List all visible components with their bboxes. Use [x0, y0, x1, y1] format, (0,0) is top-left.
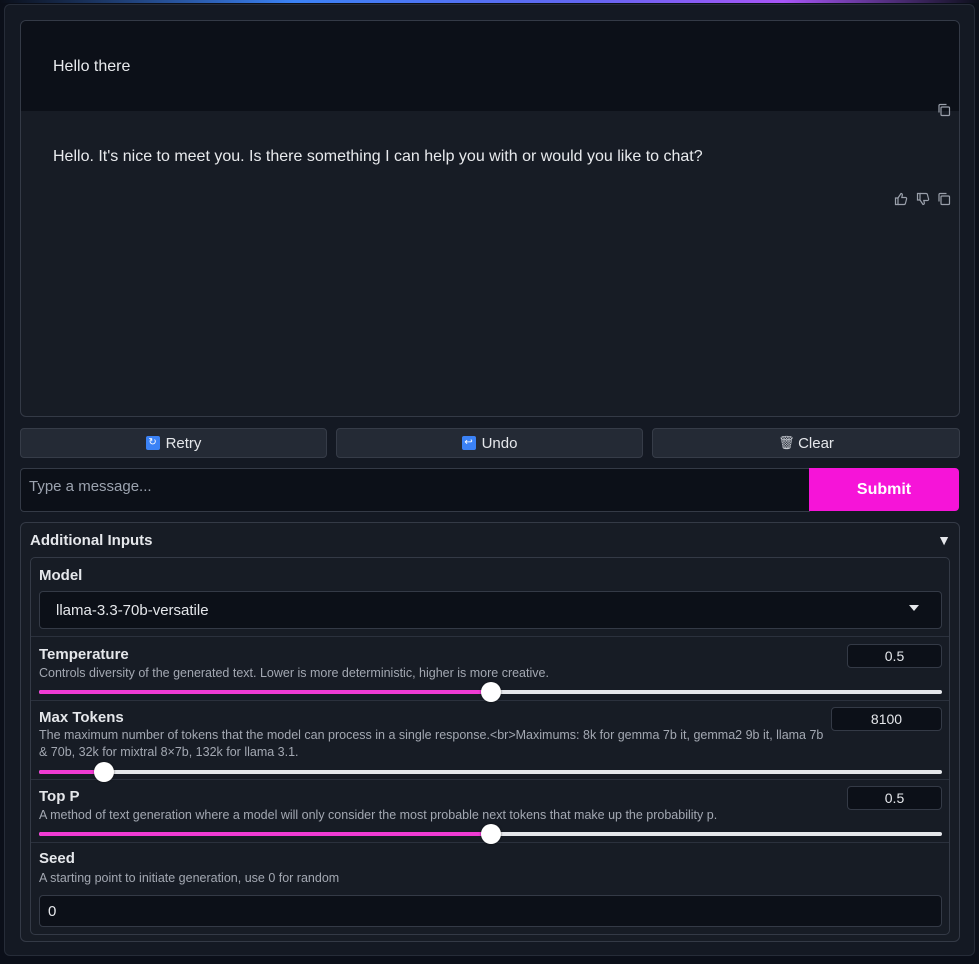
max-tokens-value: 8100 — [870, 711, 903, 727]
model-dropdown[interactable]: llama-3.3-70b-versatile — [39, 591, 942, 629]
undo-button[interactable]: ↩ Undo — [336, 428, 643, 458]
additional-inputs-accordion: Additional Inputs ▼ Model llama-3.3-70b-… — [20, 522, 960, 942]
top-p-slider-fill — [39, 832, 491, 836]
seed-description: A starting point to initiate generation,… — [39, 871, 340, 885]
message-input[interactable] — [20, 468, 810, 512]
model-selected-value: llama-3.3-70b-versatile — [56, 602, 209, 619]
chevron-down-icon — [909, 605, 919, 611]
top-p-slider-thumb[interactable] — [480, 824, 501, 844]
temperature-slider-thumb[interactable] — [480, 682, 501, 702]
accordion-title[interactable]: Additional Inputs — [30, 532, 152, 549]
clear-button[interactable]: 🗑 Clear — [652, 428, 960, 458]
model-label: Model — [39, 567, 83, 584]
seed-input[interactable]: 0 — [39, 895, 942, 927]
temperature-description: Controls diversity of the generated text… — [39, 666, 549, 680]
submit-button[interactable]: Submit — [809, 468, 959, 511]
retry-label: Retry — [165, 434, 202, 452]
temperature-section: Temperature Controls diversity of the ge… — [31, 637, 949, 702]
seed-value: 0 — [48, 903, 57, 920]
trash-icon: 🗑 — [778, 435, 795, 450]
thumbs-down-icon[interactable] — [916, 192, 930, 206]
max-tokens-number-input[interactable]: 8100 — [831, 707, 942, 731]
top-p-section: Top P A method of text generation where … — [31, 780, 949, 844]
user-message: Hello there — [21, 21, 959, 117]
copy-icon[interactable] — [937, 192, 951, 206]
temperature-label: Temperature — [39, 646, 129, 663]
temperature-value: 0.5 — [884, 648, 905, 664]
retry-button[interactable]: ↻ Retry — [20, 428, 327, 458]
bot-message-text: Hello. It's nice to meet you. Is there s… — [53, 148, 703, 165]
top-gradient-line — [0, 0, 979, 3]
temperature-slider[interactable] — [39, 682, 942, 702]
top-p-description: A method of text generation where a mode… — [39, 808, 718, 822]
max-tokens-description: The maximum number of tokens that the mo… — [39, 728, 824, 759]
max-tokens-slider-thumb[interactable] — [94, 762, 115, 782]
max-tokens-section: Max Tokens The maximum number of tokens … — [31, 701, 949, 782]
retry-icon: ↻ — [145, 436, 160, 450]
max-tokens-label: Max Tokens — [39, 709, 124, 726]
top-p-slider[interactable] — [39, 824, 942, 844]
chatbot-panel[interactable]: Hello there Hello. It's nice to meet you… — [20, 20, 960, 417]
undo-label: Undo — [481, 434, 518, 452]
seed-label: Seed — [39, 850, 75, 867]
temperature-number-input[interactable]: 0.5 — [847, 644, 942, 668]
temperature-slider-fill — [39, 690, 491, 694]
copy-icon[interactable] — [937, 103, 951, 117]
top-p-value: 0.5 — [884, 790, 905, 806]
collapse-triangle-icon[interactable]: ▼ — [937, 532, 951, 548]
user-message-text: Hello there — [53, 58, 131, 75]
max-tokens-slider[interactable] — [39, 762, 942, 782]
top-p-number-input[interactable]: 0.5 — [847, 786, 942, 810]
clear-label: Clear — [798, 434, 834, 452]
model-section: Model llama-3.3-70b-versatile — [31, 558, 949, 637]
undo-icon: ↩ — [461, 436, 476, 450]
inputs-panel: Model llama-3.3-70b-versatile Temperatur… — [30, 557, 950, 935]
top-p-label: Top P — [39, 788, 80, 805]
thumbs-up-icon[interactable] — [894, 192, 908, 206]
